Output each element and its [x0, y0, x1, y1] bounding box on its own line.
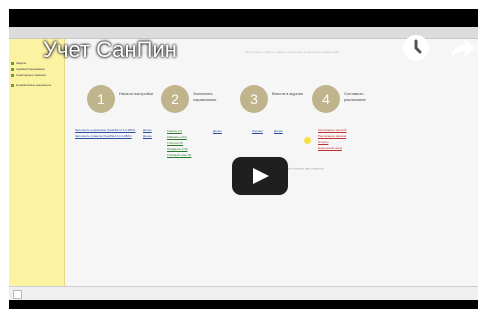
step4-link-schedule[interactable]: Расписание занятий [318, 128, 346, 132]
cursor-highlight [304, 137, 311, 144]
step-1-circle: 1 [87, 85, 115, 113]
green-dot-icon [11, 67, 14, 71]
play-icon [253, 168, 269, 184]
green-dot-icon [11, 83, 14, 87]
sidebar-item-rules[interactable]: Санитарные правила [11, 73, 46, 77]
clock-icon-svg [403, 35, 429, 61]
play-button[interactable] [232, 157, 288, 195]
video-player[interactable]: Задачи Администрирование Санитарные прав… [9, 9, 478, 309]
step2-link-next[interactable]: Далее [213, 129, 222, 133]
step3-link-next[interactable]: Далее [274, 129, 283, 133]
video-title[interactable]: Учет СанПин [43, 37, 177, 63]
step4-link-bells[interactable]: Расписание звонков [318, 134, 346, 138]
step4-link-violations[interactable]: Нарушения норм [318, 146, 342, 150]
sidebar: Задачи Администрирование Санитарные прав… [9, 39, 65, 295]
window-corner-handle[interactable] [13, 290, 22, 299]
share-arrow-icon[interactable] [449, 37, 477, 61]
step2-link-rooms[interactable]: Кабинеты (22) [167, 135, 187, 139]
video-top-bar [9, 9, 478, 27]
green-dot-icon [11, 73, 14, 77]
step-4-label: Составить расписание [344, 91, 366, 102]
step1-link-norms-next[interactable]: Далее [143, 128, 152, 132]
player-bottom-bar [9, 286, 478, 301]
step1-link-rules[interactable]: Заполнить правила (СанПиН 2.4.2.2821) [75, 134, 132, 138]
step-2-circle: 2 [161, 85, 189, 113]
step4-link-reports[interactable]: Отчеты [318, 140, 328, 144]
step-3-label: Внести в журнал [272, 91, 304, 96]
sidebar-item-tasks[interactable]: Задачи [11, 61, 26, 65]
step-3-circle: 3 [240, 85, 268, 113]
step-2-label: Заполнить справочники [193, 91, 217, 102]
green-dot-icon [11, 61, 14, 65]
step2-link-teachers[interactable]: Учителя (5) [167, 141, 183, 145]
step3-link-journal[interactable]: Журнал [252, 129, 263, 133]
share-arrow-svg [451, 39, 475, 59]
player-footer [9, 300, 478, 309]
clock-icon[interactable] [403, 35, 429, 61]
step1-link-rules-next[interactable]: Далее [143, 134, 152, 138]
step-1-label: Начало настройки [119, 91, 153, 96]
sidebar-item-admin[interactable]: Администрирование [11, 67, 45, 71]
top-instruction-text: Приступите к работе: укажите нормативы и… [245, 50, 340, 54]
step2-link-subjects[interactable]: Предметы (15) [167, 147, 188, 151]
sidebar-item-docs[interactable]: Нормативные документы [11, 83, 51, 87]
step2-link-plan[interactable]: Учебный план (5) [167, 153, 191, 157]
step-4-circle: 4 [312, 85, 340, 113]
step1-link-norms[interactable]: Заполнить нормативы (СанПиН 2.4.2.2821) [75, 128, 135, 132]
step2-link-classes[interactable]: Классы (1) [167, 129, 182, 133]
